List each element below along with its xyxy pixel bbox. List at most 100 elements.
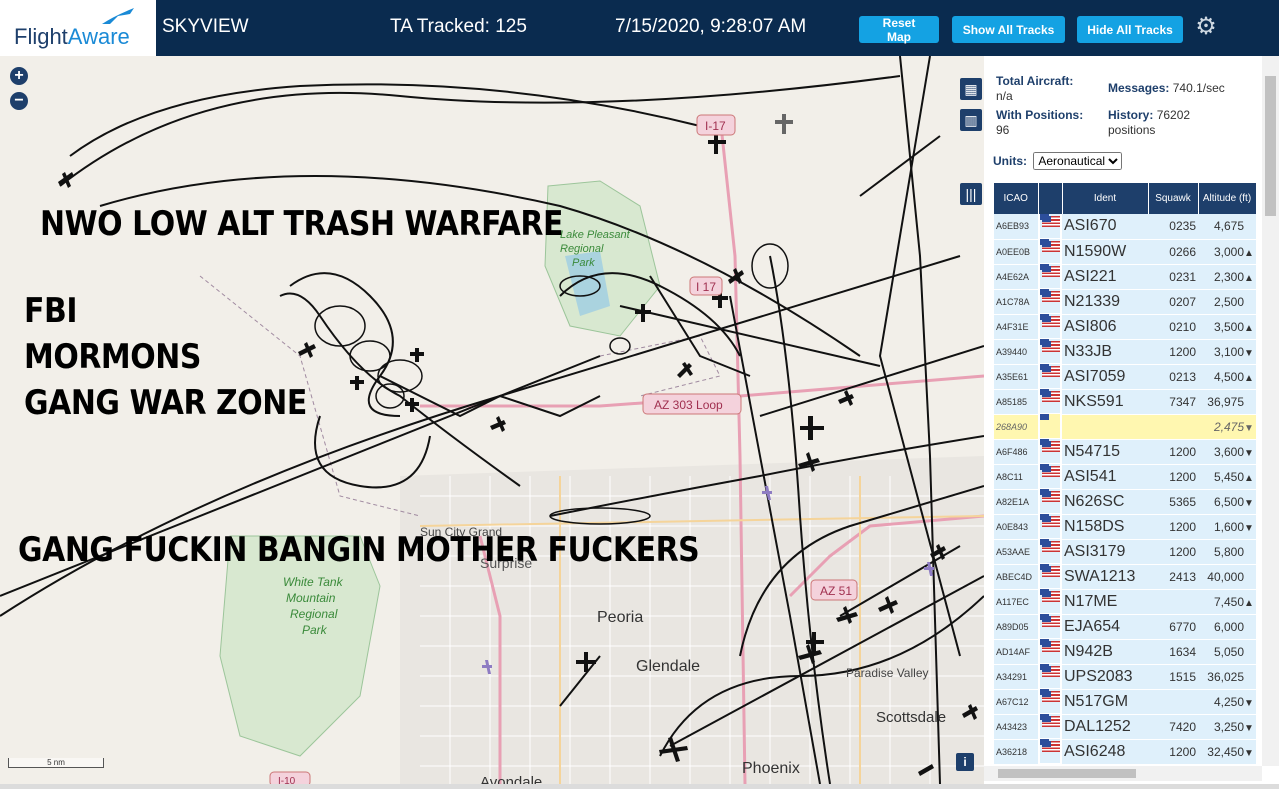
flag-icon <box>1040 364 1060 389</box>
row-icao: A89D05 <box>994 614 1038 640</box>
table-row[interactable]: A0E843 N158DS 1200 1,600▼ <box>994 514 1256 540</box>
altitude-value: 2,300 <box>1213 269 1244 284</box>
row-ident: ASI3179 <box>1062 539 1148 565</box>
history-value: 76202 <box>1156 108 1191 122</box>
col-icao[interactable]: ICAO <box>994 183 1039 214</box>
flag-icon <box>1040 614 1060 639</box>
flag-icon <box>1040 514 1060 539</box>
row-ident: N17ME <box>1062 589 1148 615</box>
vertical-scroll-thumb[interactable] <box>1265 76 1276 216</box>
altitude-value: 3,600 <box>1213 444 1244 459</box>
row-icao: A4E62A <box>994 264 1038 290</box>
altitude-trend-icon: ▼ <box>1244 347 1254 359</box>
label-lake-pleasant-b: Regional <box>560 243 604 255</box>
table-row[interactable]: A35E61 ASI7059 0213 4,500▲ <box>994 364 1256 390</box>
row-ident: ASI6248 <box>1062 739 1148 765</box>
table-row[interactable]: A39440 N33JB 1200 3,100▼ <box>994 339 1256 365</box>
altitude-value: 5,450 <box>1213 469 1244 484</box>
row-ident: N942B <box>1062 639 1148 665</box>
label-lake-pleasant-a: Lake Pleasant <box>560 229 631 241</box>
row-altitude: 4,675 <box>1198 214 1256 240</box>
label-lake-pleasant-c: Park <box>572 257 595 269</box>
table-row[interactable]: A34291 UPS2083 1515 36,025 <box>994 664 1256 690</box>
row-icao: A1C78A <box>994 289 1038 315</box>
table-row[interactable]: A4E62A ASI221 0231 2,300▲ <box>994 264 1256 290</box>
altitude-value: 36,025 <box>1207 669 1244 684</box>
altitude-value: 2,500 <box>1213 294 1244 309</box>
aircraft-panel: Total Aircraft: n/a Messages: 740.1/sec … <box>984 56 1279 784</box>
map-layers-icon[interactable]: ▦ <box>960 78 982 100</box>
row-squawk: 0213 <box>1148 364 1198 390</box>
flag-icon <box>1040 689 1060 714</box>
label-paradise-valley: Paradise Valley <box>846 666 929 680</box>
altitude-value: 3,000 <box>1213 244 1244 259</box>
row-altitude: 3,500▲ <box>1198 314 1256 340</box>
table-row[interactable]: A0EE0B N1590W 0266 3,000▲ <box>994 239 1256 265</box>
units-select[interactable]: Aeronautical <box>1033 152 1123 170</box>
us-flag-icon <box>1042 691 1060 703</box>
table-row[interactable]: A43423 DAL1252 7420 3,250▼ <box>994 714 1256 740</box>
overlay-text-2: FBI <box>24 291 78 331</box>
us-flag-icon <box>1042 641 1060 653</box>
gear-icon[interactable]: ⚙ <box>1193 14 1219 40</box>
us-flag-icon <box>1042 241 1060 253</box>
flightaware-logo[interactable]: FlightAware <box>0 0 156 56</box>
table-row[interactable]: ABEC4D SWA1213 2413 40,000 <box>994 564 1256 590</box>
flag-icon <box>1040 714 1060 739</box>
label-az303: AZ 303 Loop <box>654 398 723 412</box>
map-view[interactable]: I-17 I 17 AZ 303 Loop AZ 51 I-10 Lake Pl… <box>0 56 984 784</box>
table-row[interactable]: A8C11 ASI541 1200 5,450▲ <box>994 464 1256 490</box>
altitude-trend-icon: ▼ <box>1244 422 1254 434</box>
row-squawk: 0207 <box>1148 289 1198 315</box>
altitude-value: 5,050 <box>1213 644 1244 659</box>
columns-toggle-icon[interactable]: ||| <box>960 183 982 205</box>
label-glendale: Glendale <box>636 658 700 675</box>
altitude-value: 3,500 <box>1213 319 1244 334</box>
flag-icon <box>1040 439 1060 464</box>
table-row[interactable]: A82E1A N626SC 5365 6,500▼ <box>994 489 1256 515</box>
hide-all-tracks-button[interactable]: Hide All Tracks <box>1077 16 1183 43</box>
table-row[interactable]: A89D05 EJA654 6770 6,000 <box>994 614 1256 640</box>
table-row[interactable]: A4F31E ASI806 0210 3,500▲ <box>994 314 1256 340</box>
label-phoenix: Phoenix <box>742 760 800 777</box>
us-flag-icon <box>1042 291 1060 303</box>
table-row[interactable]: A67C12 N517GM 4,250▼ <box>994 689 1256 715</box>
grid-toggle-icon[interactable]: ▥ <box>960 109 982 131</box>
zoom-in-button[interactable]: + <box>10 67 28 85</box>
col-squawk[interactable]: Squawk <box>1148 183 1199 214</box>
show-all-tracks-button[interactable]: Show All Tracks <box>952 16 1065 43</box>
table-row[interactable]: A53AAE ASI3179 1200 5,800 <box>994 539 1256 565</box>
col-altitude[interactable]: Altitude (ft) <box>1198 183 1257 214</box>
us-flag-icon <box>1042 666 1060 678</box>
altitude-value: 7,450 <box>1213 594 1244 609</box>
altitude-value: 3,250 <box>1213 719 1244 734</box>
table-row[interactable]: A36218 ASI6248 1200 32,450▼ <box>994 739 1256 765</box>
us-flag-icon <box>1042 316 1060 328</box>
zoom-out-button[interactable]: − <box>10 92 28 110</box>
history: History: 76202 positions <box>1108 108 1190 138</box>
altitude-trend-icon: ▼ <box>1244 697 1254 709</box>
col-flag[interactable] <box>1038 183 1063 214</box>
table-row[interactable]: AD14AF N942B 1634 5,050 <box>994 639 1256 665</box>
reset-map-button[interactable]: Reset Map <box>859 16 939 44</box>
table-row[interactable]: A117EC N17ME 7,450▲ <box>994 589 1256 615</box>
horizontal-scroll-thumb[interactable] <box>998 769 1136 778</box>
row-ident: EJA654 <box>1062 614 1148 640</box>
us-flag-icon <box>1042 441 1060 453</box>
with-positions-label: With Positions: <box>996 108 1084 122</box>
table-row[interactable]: A85185 NKS591 7347 36,975 <box>994 389 1256 415</box>
table-row[interactable]: A1C78A N21339 0207 2,500 <box>994 289 1256 315</box>
row-squawk: 1634 <box>1148 639 1198 665</box>
app-title: SKYVIEW <box>162 16 249 37</box>
altitude-value: 36,975 <box>1207 394 1244 409</box>
col-ident[interactable]: Ident <box>1062 183 1149 214</box>
total-aircraft: Total Aircraft: n/a <box>996 74 1073 104</box>
vertical-scrollbar[interactable] <box>1262 56 1279 766</box>
table-row[interactable]: A6F486 N54715 1200 3,600▼ <box>994 439 1256 465</box>
row-ident: ASI541 <box>1062 464 1148 490</box>
horizontal-scrollbar[interactable] <box>984 766 1262 781</box>
table-row[interactable]: 268A90 2,475▼ <box>994 414 1256 440</box>
flag-icon <box>1040 664 1060 689</box>
info-icon[interactable]: i <box>956 753 974 771</box>
table-row[interactable]: A6EB93 ASI670 0235 4,675 <box>994 214 1256 240</box>
